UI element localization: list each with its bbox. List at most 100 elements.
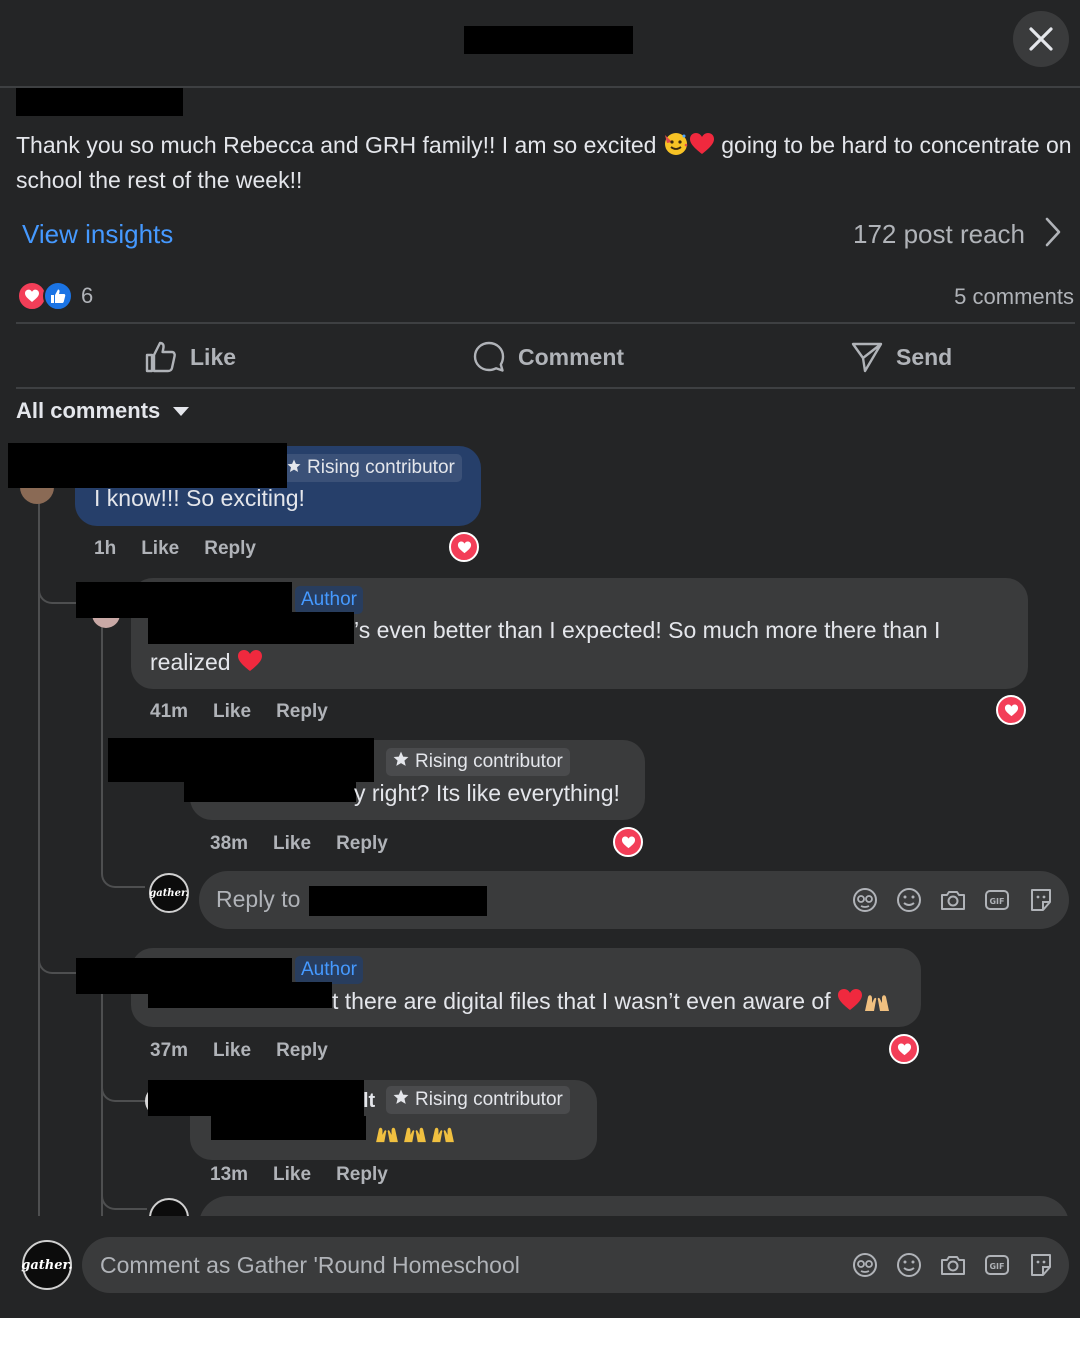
- redacted-mention: [148, 612, 354, 644]
- comment-label: Comment: [518, 343, 625, 370]
- heart-reaction-icon[interactable]: [449, 532, 479, 562]
- thread-connector-sub2a: [101, 1070, 147, 1102]
- badge-label: Rising contributor: [415, 1089, 563, 1110]
- redacted-mention: [184, 780, 356, 802]
- post-reach[interactable]: 172 post reach: [853, 219, 1025, 250]
- comment-reply-button[interactable]: Reply: [204, 538, 256, 560]
- gif-icon[interactable]: GIF: [982, 1250, 1012, 1280]
- comment-reply-button[interactable]: Reply: [336, 1164, 388, 1186]
- party-face-icon: [663, 131, 689, 165]
- comment-bubble-icon: [473, 341, 505, 372]
- emoji-icon[interactable]: [894, 885, 924, 915]
- rising-contributor-badge: Rising contributor: [386, 1086, 570, 1114]
- rising-contributor-badge: Rising contributor: [386, 748, 570, 776]
- star-icon: [393, 751, 409, 773]
- composer-icons: GIF: [836, 1250, 1056, 1280]
- comment-meta: 1h Like Reply: [94, 538, 281, 560]
- scroll-cutoff-row: [0, 1196, 1080, 1216]
- red-heart-icon: [837, 987, 863, 1019]
- comment-button[interactable]: Comment: [472, 338, 624, 376]
- red-heart-icon: [237, 648, 263, 680]
- praising-hands-icon: [863, 991, 891, 1019]
- svg-text:GIF: GIF: [989, 897, 1004, 906]
- comment-reply-button[interactable]: Reply: [276, 701, 328, 723]
- redacted-mention: [148, 982, 332, 1008]
- red-heart-icon: [689, 131, 715, 165]
- view-insights-link[interactable]: View insights: [22, 219, 173, 250]
- avatar-label: gather.: [21, 1257, 73, 1273]
- comment-reply-button[interactable]: Reply: [276, 1040, 328, 1062]
- svg-text:GIF: GIF: [989, 1262, 1004, 1271]
- gif-icon[interactable]: GIF: [982, 885, 1012, 915]
- redacted-header-title: [464, 26, 633, 54]
- post-text: Thank you so much Rebecca and GRH family…: [16, 130, 1076, 196]
- avatar-sticker-icon[interactable]: [850, 1250, 880, 1280]
- comment-text-line1: ’s even better than I expected! So much …: [354, 617, 941, 643]
- redacted-post-author: [16, 88, 183, 116]
- comment-text-row: t there are digital files that I wasn’t …: [332, 987, 891, 1019]
- praising-hands-emoji-row: [373, 1124, 457, 1144]
- sticker-icon[interactable]: [1026, 885, 1056, 915]
- reply-input-cut: [199, 1196, 1069, 1216]
- badge-label: Rising contributor: [307, 457, 455, 478]
- close-icon: [1029, 27, 1053, 51]
- comment-like-button[interactable]: Like: [213, 1040, 251, 1062]
- author-badge: Author: [295, 586, 363, 614]
- chevron-right-icon[interactable]: [1044, 216, 1062, 253]
- comment-time: 37m: [150, 1040, 189, 1061]
- page-avatar[interactable]: gather.: [149, 873, 189, 913]
- emoji-icon[interactable]: [894, 1250, 924, 1280]
- comment-filter-dropdown[interactable]: All comments: [16, 398, 190, 424]
- commenter-name-fragment: lt: [363, 1090, 376, 1112]
- comments-count[interactable]: 5 comments: [954, 284, 1074, 310]
- camera-icon[interactable]: [938, 1250, 968, 1280]
- comment-time: 38m: [210, 833, 249, 854]
- redacted-commenter-name: [108, 738, 374, 782]
- like-reaction-icon: [43, 281, 73, 311]
- comment-time: 13m: [210, 1164, 249, 1185]
- badge-label: Rising contributor: [415, 751, 563, 772]
- redacted-reply-target: [309, 886, 487, 916]
- comment-meta: 13m Like Reply: [210, 1164, 413, 1186]
- send-icon: [851, 342, 883, 373]
- redacted-mention: [211, 1116, 366, 1140]
- comment-placeholder: Comment as Gather 'Round Homeschool: [100, 1252, 520, 1278]
- thread-connector-2: [38, 930, 78, 974]
- praising-hands-icon: [376, 1127, 398, 1143]
- comment-filter-label: All comments: [16, 398, 161, 423]
- comment-meta: 38m Like Reply: [210, 833, 413, 855]
- heart-reaction-icon[interactable]: [996, 695, 1026, 725]
- camera-icon[interactable]: [938, 885, 968, 915]
- rising-contributor-badge: Rising contributor: [280, 454, 462, 482]
- comment-text-line2: realized: [150, 648, 263, 680]
- post-text-part1: Thank you so much Rebecca and GRH family…: [16, 132, 663, 158]
- praising-hands-icon: [432, 1127, 454, 1143]
- star-icon: [393, 1089, 409, 1111]
- reply-input-icons: GIF: [836, 885, 1056, 915]
- heart-reaction-icon[interactable]: [889, 1034, 919, 1064]
- comment-like-button[interactable]: Like: [213, 701, 251, 723]
- reactions-summary[interactable]: 6: [17, 281, 93, 311]
- sticker-icon[interactable]: [1026, 1250, 1056, 1280]
- thread-connector-sub1: [101, 842, 145, 888]
- comment-like-button[interactable]: Like: [273, 1164, 311, 1186]
- comment-text: I know!!! So exciting!: [94, 485, 305, 511]
- avatar-label: gather.: [149, 887, 189, 899]
- dropdown-arrow-icon: [173, 407, 190, 416]
- heart-reaction-icon[interactable]: [613, 827, 643, 857]
- comment-like-button[interactable]: Like: [141, 538, 179, 560]
- page-avatar-cut: [149, 1198, 189, 1216]
- divider-top: [16, 322, 1075, 324]
- comment-meta: 41m Like Reply: [150, 701, 353, 723]
- thread-connector-1: [38, 560, 78, 604]
- like-button[interactable]: Like: [144, 338, 236, 376]
- avatar-sticker-icon[interactable]: [850, 885, 880, 915]
- send-button[interactable]: Send: [850, 338, 952, 376]
- comment-text-end: realized: [150, 649, 231, 675]
- comment-reply-button[interactable]: Reply: [336, 833, 388, 855]
- page-avatar[interactable]: gather.: [21, 1240, 73, 1290]
- thread-line-main: [38, 490, 40, 1216]
- comment-like-button[interactable]: Like: [273, 833, 311, 855]
- star-icon: [287, 457, 301, 479]
- close-button[interactable]: [1013, 11, 1069, 67]
